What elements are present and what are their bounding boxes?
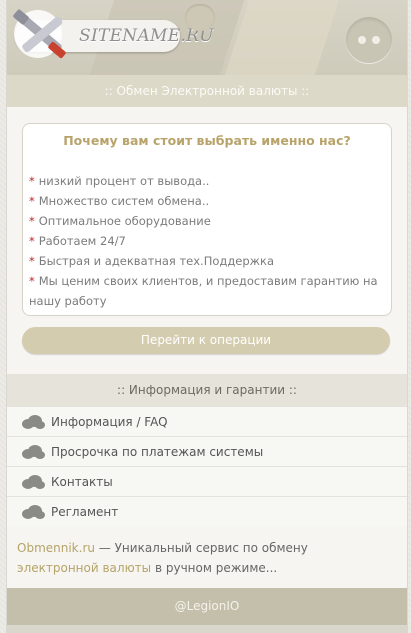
why-us-card: Почему вам стоит выбрать именно нас? * ни…	[22, 123, 392, 316]
go-to-operation-button[interactable]: Перейти к операции	[22, 327, 390, 354]
list-item: * Оптимальное оборудование	[29, 214, 211, 228]
nav-item-label: Контакты	[51, 474, 113, 489]
menu-dot-icon	[372, 36, 380, 44]
section-bar-exchange: :: Обмен Электронной валюты ::	[7, 75, 407, 107]
bullet-star: *	[29, 194, 35, 208]
bullet-star: *	[29, 174, 35, 188]
card-title: Почему вам стоит выбрать именно нас?	[63, 133, 351, 148]
benefits-list: * низкий процент от вывода.. * Множество с…	[29, 171, 379, 311]
cloud-icon	[22, 414, 45, 429]
list-item: * Работаем 24/7	[29, 234, 126, 248]
list-item: * низкий процент от вывода..	[29, 174, 210, 188]
footer-description: Obmennik.ru — Уникальный сервис по обмен…	[17, 541, 308, 575]
nav-item-rules[interactable]: Регламент	[7, 496, 407, 526]
header-toggle[interactable]	[185, 4, 215, 31]
footer-strip	[7, 625, 407, 633]
nav-item-label: Информация / FAQ	[51, 414, 168, 429]
bullet-star: *	[29, 254, 35, 268]
nav-item-overdue[interactable]: Просрочка по платежам системы	[7, 436, 407, 466]
menu-button[interactable]	[346, 17, 392, 63]
cloud-icon	[22, 504, 45, 519]
section-bar-info: :: Информация и гарантии ::	[7, 374, 407, 406]
site-link[interactable]: Obmennik.ru	[17, 541, 95, 555]
nav-item-label: Просрочка по платежам системы	[51, 444, 264, 459]
list-item: * Множество систем обмена..	[29, 194, 210, 208]
nav-item-faq[interactable]: Информация / FAQ	[7, 406, 407, 436]
list-item: * Мы ценим своих клиентов, и предоставим …	[29, 274, 378, 308]
bullet-star: *	[29, 274, 35, 288]
cloud-icon	[22, 444, 45, 459]
nav-item-contacts[interactable]: Контакты	[7, 466, 407, 496]
list-item: * Быстрая и адекватная тех.Поддержка	[29, 254, 275, 268]
footer-bar: @LegionIO	[7, 588, 407, 625]
menu-dot-icon	[358, 36, 366, 44]
nav-item-label: Регламент	[51, 504, 119, 519]
bullet-star: *	[29, 234, 35, 248]
currency-link[interactable]: электронной валюты	[17, 561, 151, 575]
bullet-star: *	[29, 214, 35, 228]
cloud-icon	[22, 474, 45, 489]
tools-logo-icon[interactable]	[10, 6, 80, 64]
